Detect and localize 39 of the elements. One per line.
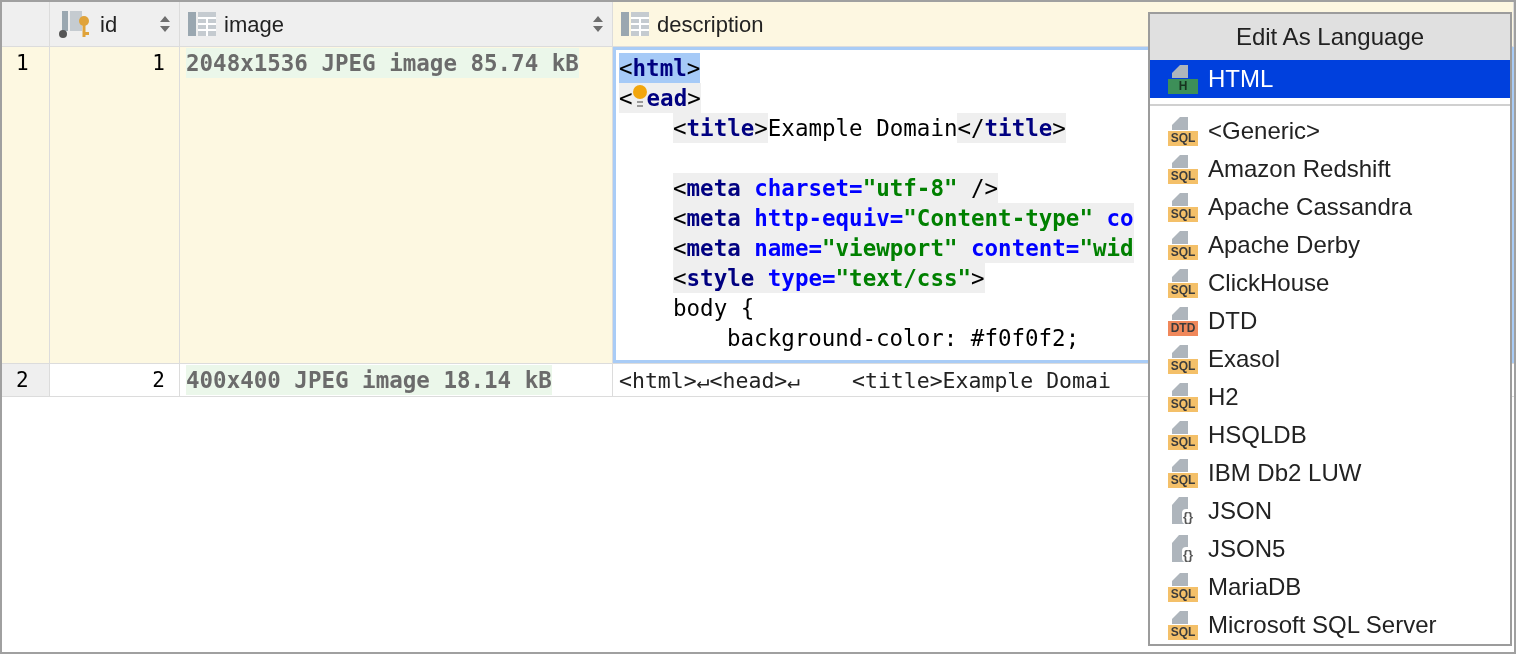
table-cell-text: <html>↵<head>↵ <title>Example Domai (618, 367, 1111, 395)
language-item[interactable]: SQL Apache Cassandra (1150, 188, 1510, 226)
popup-title: Edit As Language (1150, 14, 1510, 60)
language-item[interactable]: SQL MariaDB (1150, 568, 1510, 606)
code-line: body { (673, 294, 755, 323)
image-info[interactable]: 400x400 JPEG image 18.14 kB (186, 365, 552, 395)
language-item[interactable]: SQL HSQLDB (1150, 416, 1510, 454)
language-item[interactable]: SQL Microsoft SQL Server (1150, 606, 1510, 644)
language-item[interactable]: SQL Apache Derby (1150, 226, 1510, 264)
row-number[interactable]: 1 (2, 47, 50, 364)
language-item[interactable]: {} JSON (1150, 492, 1510, 530)
column-header[interactable]: image (180, 2, 613, 47)
sort-icon[interactable] (592, 15, 604, 33)
code-line: <meta name="viewport" content="wid (673, 233, 1134, 263)
corner-header (2, 2, 50, 47)
key-column-icon (58, 9, 92, 39)
code-line: <title>Example Domain</title> (673, 113, 1066, 143)
language-item[interactable]: H HTML (1150, 60, 1510, 98)
code-line: <style type="text/css"> (673, 263, 985, 293)
language-item[interactable]: SQL H2 (1150, 378, 1510, 416)
language-item[interactable]: SQL Amazon Redshift (1150, 150, 1510, 188)
language-item[interactable]: SQL <Generic> (1150, 112, 1510, 150)
language-item[interactable]: {} JSON5 (1150, 530, 1510, 568)
image-info[interactable]: 2048x1536 JPEG image 85.74 kB (186, 48, 579, 78)
row-number[interactable]: 2 (2, 364, 50, 397)
code-line: background-color: #f0f0f2; (727, 324, 1080, 353)
language-item[interactable]: SQL IBM Db2 LUW (1150, 454, 1510, 492)
code-line: < ead> (619, 83, 701, 113)
sort-icon[interactable] (159, 15, 171, 33)
table-icon (188, 12, 216, 36)
language-item[interactable]: SQL ClickHouse (1150, 264, 1510, 302)
code-line: <meta charset="utf-8" /> (673, 173, 999, 203)
code-line: <meta http-equiv="Content-type" co (673, 203, 1134, 233)
column-header[interactable]: id (50, 2, 180, 47)
code-line: <html> (619, 53, 701, 83)
language-item[interactable]: DTD DTD (1150, 302, 1510, 340)
table-icon (621, 12, 649, 36)
table-cell: 1 (50, 47, 180, 364)
table-cell: 2 (50, 364, 180, 397)
